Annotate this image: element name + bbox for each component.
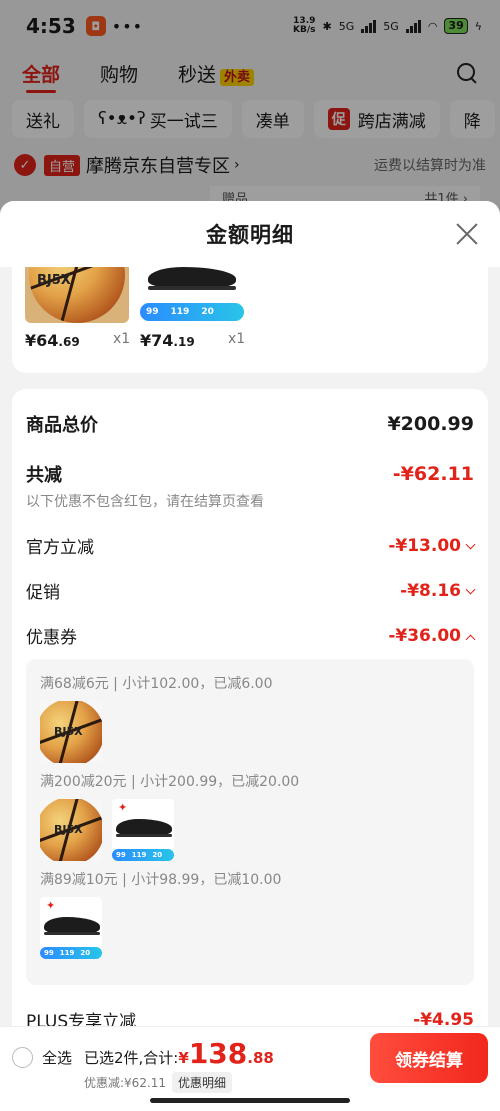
checkout-bar: 全选 已选2件,合计: ¥ 138 .88 优惠减:¥62.11 优惠明细 领券… xyxy=(0,1026,500,1111)
chevron-down-icon xyxy=(465,584,476,594)
discount-row-official[interactable]: 官方立减 -¥13.00 xyxy=(26,533,476,558)
coupon-detail-box: 满68减6元 | 小计102.00，已减6.00 BJ5X 满200减20元 |… xyxy=(26,659,474,985)
goods-item-basketball[interactable]: BJ5X ¥64.69 x1 xyxy=(25,267,131,350)
coupon-goods: BJ5X xyxy=(40,701,460,763)
basketball-thumbnail: BJ5X xyxy=(40,799,102,861)
close-icon[interactable] xyxy=(456,223,478,245)
select-all-radio[interactable] xyxy=(12,1047,33,1068)
shoe-thumbnail: ✦ 99 119 20 xyxy=(40,897,102,959)
discount-total-value: -¥62.11 xyxy=(392,463,474,485)
coupon-goods: ✦ 99 119 20 xyxy=(40,897,460,959)
chevron-up-icon xyxy=(465,634,476,644)
selected-count-text: 已选2件,合计: xyxy=(84,1049,179,1067)
order-totals: 已选2件,合计: ¥ 138 .88 优惠减:¥62.11 优惠明细 xyxy=(84,1037,274,1093)
sheet-header: 金额明细 xyxy=(0,201,500,267)
total-amount: 138 xyxy=(188,1037,248,1070)
promo-price-tag: 99 119 20 xyxy=(140,303,244,321)
discount-row-promotion[interactable]: 促销 -¥8.16 xyxy=(26,578,476,603)
home-indicator[interactable] xyxy=(150,1098,350,1103)
discount-total-label: 共减 xyxy=(26,465,62,486)
total-price-row: 商品总价 ¥200.99 xyxy=(26,411,474,437)
basketball-thumbnail: BJ5X xyxy=(40,701,102,763)
discount-row-coupon[interactable]: 优惠券 -¥36.00 xyxy=(26,623,476,648)
sheet-title: 金额明细 xyxy=(206,223,294,247)
brand-logo-icon: ✦ xyxy=(118,801,128,814)
amount-detail-sheet: 金额明细 BJ5X ¥64.69 x1 9911920 ¥74.19 x1 xyxy=(0,201,500,1111)
goods-item-shoe[interactable]: 99 119 20 ¥74.19 x1 xyxy=(140,267,246,350)
coupon-line: 满89减10元 | 小计98.99，已减10.00 xyxy=(40,872,282,888)
shoe-thumbnail: 99 119 20 xyxy=(140,267,244,323)
chevron-down-icon xyxy=(465,539,476,549)
checkout-button[interactable]: 领券结算 xyxy=(370,1033,488,1083)
basketball-thumbnail: BJ5X xyxy=(25,267,129,323)
promo-price-tag: 99 119 20 xyxy=(40,947,102,959)
coupon-line: 满68减6元 | 小计102.00，已减6.00 xyxy=(40,676,273,692)
price-summary: 商品总价 ¥200.99 共减 -¥62.11 以下优惠不包含红包，请在结算页查… xyxy=(12,389,488,1049)
total-price-label: 商品总价 xyxy=(26,415,98,436)
total-price-value: ¥200.99 xyxy=(387,413,474,435)
goods-quantity: x1 xyxy=(228,331,246,347)
select-all[interactable]: 全选 xyxy=(12,1047,72,1068)
discount-total-row: 共减 -¥62.11 xyxy=(26,461,474,487)
goods-card: BJ5X ¥64.69 x1 99 119 20 ¥74.19 x1 xyxy=(12,267,488,373)
coupon-line: 满200减20元 | 小计200.99，已减20.00 xyxy=(40,774,300,790)
promo-price-tag: 99 119 20 xyxy=(112,849,174,861)
discount-note: 以下优惠不包含红包，请在结算页查看 xyxy=(26,494,264,510)
shoe-thumbnail: ✦ 99 119 20 xyxy=(112,799,174,861)
discount-detail-button[interactable]: 优惠明细 xyxy=(172,1072,233,1093)
discount-summary: 优惠减:¥62.11 xyxy=(84,1076,167,1090)
goods-quantity: x1 xyxy=(113,331,131,347)
coupon-goods: BJ5X ✦ 99 119 20 xyxy=(40,799,460,861)
brand-logo-icon: ✦ xyxy=(46,899,56,912)
